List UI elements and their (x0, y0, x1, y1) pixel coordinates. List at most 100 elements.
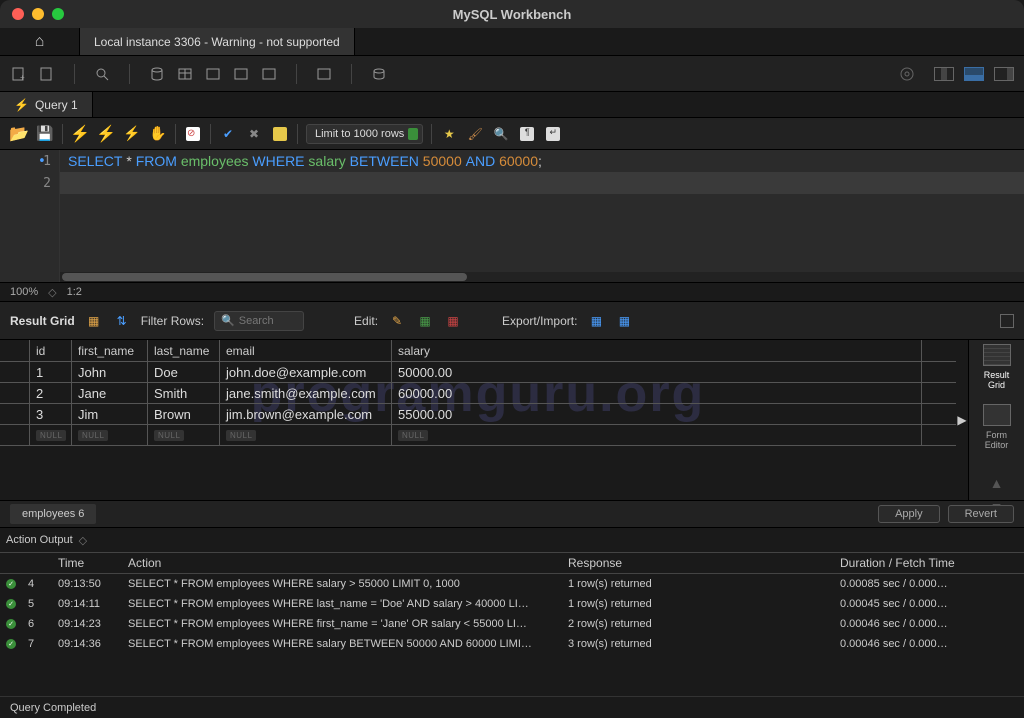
table-row[interactable]: 3JimBrownjim.brown@example.com55000.00 (0, 404, 956, 425)
result-footer-tab[interactable]: employees 6 (10, 504, 96, 524)
connection-tab[interactable]: Local instance 3306 - Warning - not supp… (80, 28, 355, 55)
grid-icon[interactable]: ▦ (85, 312, 103, 330)
create-table-icon[interactable] (176, 65, 194, 83)
col-header-first-name[interactable]: first_name (72, 340, 148, 361)
limit-rows-select[interactable]: Limit to 1000 rows (306, 124, 423, 144)
wrap-icon[interactable]: ↵ (544, 125, 562, 143)
minimize-window-button[interactable] (32, 8, 44, 20)
execute-current-icon[interactable]: ⚡ (97, 125, 115, 143)
find-icon[interactable]: 🖌 (466, 125, 484, 143)
sort-icon[interactable]: ⇅ (113, 312, 131, 330)
stop-icon[interactable]: ✋ (149, 125, 167, 143)
table-row[interactable]: 2JaneSmithjane.smith@example.com60000.00 (0, 383, 956, 404)
zoom-stepper-icon[interactable]: ◇ (48, 286, 56, 299)
reconnect-icon[interactable] (370, 65, 388, 83)
explain-icon[interactable]: ⚡ (123, 125, 141, 143)
separator (296, 64, 297, 84)
toggle-autocommit-icon[interactable]: ⊘ (184, 125, 202, 143)
result-side-panel: Result Grid Form Editor ▲ ▼ (968, 340, 1024, 500)
edit-row-icon[interactable]: ✎ (388, 312, 406, 330)
status-ok-icon: ✓ (6, 639, 16, 649)
query-tab[interactable]: ⚡ Query 1 (0, 92, 93, 117)
action-row[interactable]: ✓409:13:50SELECT * FROM employees WHERE … (0, 574, 1024, 594)
invisible-chars-icon[interactable]: ¶ (518, 125, 536, 143)
col-action[interactable]: Action (122, 553, 562, 573)
action-row[interactable]: ✓609:14:23SELECT * FROM employees WHERE … (0, 614, 1024, 634)
app-title: MySQL Workbench (0, 7, 1024, 22)
result-toolbar: Result Grid ▦ ⇅ Filter Rows: 🔍 Search Ed… (0, 302, 1024, 340)
col-header-last-name[interactable]: last_name (148, 340, 220, 361)
table-row-null[interactable]: NULL NULL NULL NULL NULL (0, 425, 956, 446)
search-table-data-icon[interactable] (315, 65, 333, 83)
filter-rows-input[interactable]: 🔍 Search (214, 311, 304, 331)
close-window-button[interactable] (12, 8, 24, 20)
add-row-icon[interactable]: ▦ (416, 312, 434, 330)
separator (297, 124, 298, 144)
code-area[interactable]: SELECT * FROM employees WHERE salary BET… (60, 150, 1024, 282)
row-selector-header (0, 340, 30, 361)
dropdown-icon[interactable]: ◇ (79, 534, 87, 547)
query-tabs: ⚡ Query 1 (0, 92, 1024, 118)
rollback-icon[interactable]: ✖ (245, 125, 263, 143)
col-duration[interactable]: Duration / Fetch Time (834, 553, 1004, 573)
col-header-email[interactable]: email (220, 340, 392, 361)
wrap-cell-icon[interactable] (1000, 314, 1014, 328)
action-row[interactable]: ✓509:14:11SELECT * FROM employees WHERE … (0, 594, 1024, 614)
inspector-icon[interactable] (93, 65, 111, 83)
result-grid-icon (983, 344, 1011, 366)
horizontal-scrollbar[interactable] (60, 272, 1024, 282)
status-ok-icon: ✓ (6, 579, 16, 589)
settings-icon[interactable] (898, 65, 916, 83)
commit-icon[interactable]: ✔ (219, 125, 237, 143)
filter-rows-label: Filter Rows: (141, 314, 204, 328)
export-icon[interactable]: ▦ (587, 312, 605, 330)
side-result-grid[interactable]: Result Grid (983, 344, 1011, 390)
status-text: Query Completed (10, 702, 96, 714)
action-row[interactable]: ✓709:14:36SELECT * FROM employees WHERE … (0, 634, 1024, 654)
revert-button[interactable]: Revert (948, 505, 1014, 523)
panel-right-icon[interactable] (994, 67, 1014, 81)
sql-editor[interactable]: 1 2 SELECT * FROM employees WHERE salary… (0, 150, 1024, 282)
panel-bottom-icon[interactable] (964, 67, 984, 81)
titlebar: MySQL Workbench (0, 0, 1024, 28)
new-sql-tab-icon[interactable]: + (10, 65, 28, 83)
maximize-window-button[interactable] (52, 8, 64, 20)
limit-rows-label: Limit to 1000 rows (315, 128, 404, 140)
separator (351, 64, 352, 84)
result-grid[interactable]: programguru.org id first_name last_name … (0, 340, 956, 500)
query-tab-label: Query 1 (35, 98, 78, 112)
code-line (60, 172, 1024, 194)
col-response[interactable]: Response (562, 553, 834, 573)
create-view-icon[interactable] (204, 65, 222, 83)
execute-icon[interactable]: ⚡ (71, 125, 89, 143)
search-icon[interactable]: 🔍 (492, 125, 510, 143)
col-time[interactable]: Time (52, 553, 122, 573)
create-schema-icon[interactable] (148, 65, 166, 83)
create-function-icon[interactable] (260, 65, 278, 83)
toggle-whitespace-icon[interactable] (271, 125, 289, 143)
open-file-icon[interactable]: 📂 (10, 125, 28, 143)
main-toolbar: + (0, 56, 1024, 92)
action-output-header: Action Output ◇ (0, 528, 1024, 552)
open-sql-file-icon[interactable] (38, 65, 56, 83)
save-file-icon[interactable]: 💾 (36, 125, 54, 143)
panel-left-icon[interactable] (934, 67, 954, 81)
create-procedure-icon[interactable] (232, 65, 250, 83)
beautify-icon[interactable]: ★ (440, 125, 458, 143)
zoom-percent[interactable]: 100% (10, 286, 38, 298)
col-header-id[interactable]: id (30, 340, 72, 361)
delete-row-icon[interactable]: ▦ (444, 312, 462, 330)
line-number: 2 (0, 172, 59, 194)
import-icon[interactable]: ▦ (615, 312, 633, 330)
side-form-editor[interactable]: Form Editor (983, 404, 1011, 450)
home-tab[interactable]: ⌂ (0, 28, 80, 55)
separator (175, 124, 176, 144)
action-output-label[interactable]: Action Output (6, 534, 73, 546)
table-row[interactable]: 1JohnDoejohn.doe@example.com50000.00 (0, 362, 956, 383)
expand-arrow-icon[interactable]: ▶ (956, 340, 968, 500)
col-header-salary[interactable]: salary (392, 340, 922, 361)
apply-button[interactable]: Apply (878, 505, 940, 523)
scrollbar-thumb[interactable] (62, 273, 467, 281)
connection-tab-label: Local instance 3306 - Warning - not supp… (94, 35, 340, 49)
side-nav-up-icon[interactable]: ▲ (990, 478, 1004, 488)
